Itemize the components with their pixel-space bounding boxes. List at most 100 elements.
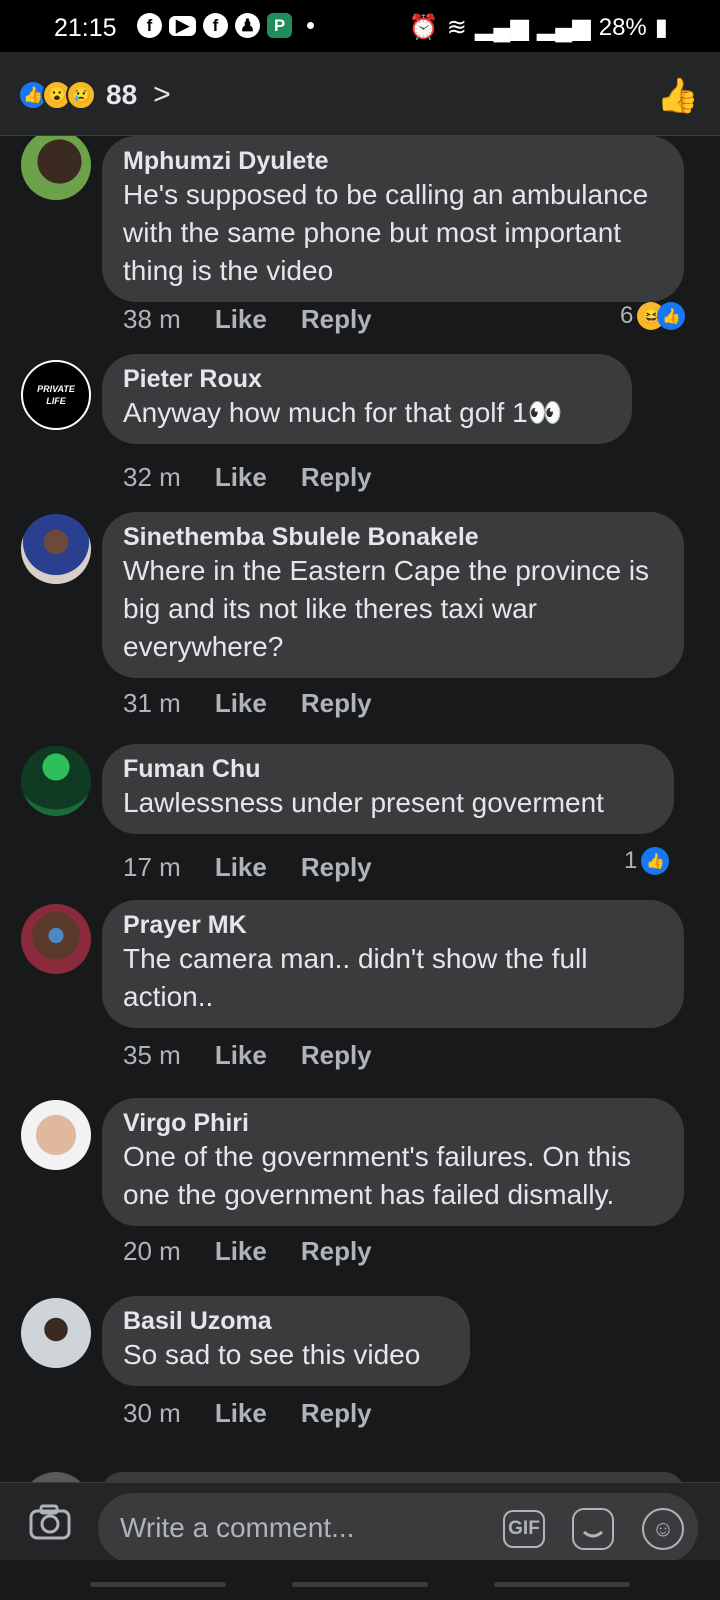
comment-time[interactable]: 35 m bbox=[123, 1040, 181, 1071]
comment-meta: 35 m Like Reply bbox=[123, 1040, 406, 1071]
reply-button[interactable]: Reply bbox=[301, 304, 372, 335]
emoji-button[interactable]: ☺ bbox=[642, 1508, 684, 1550]
comment-meta: 30 m Like Reply bbox=[123, 1398, 406, 1429]
like-reaction-icon: 👍 bbox=[641, 847, 670, 875]
comment-time[interactable]: 38 m bbox=[123, 304, 181, 335]
system-icons: ⏰ ≋ ▂▄▆ ▂▄▆ 28% ▮ bbox=[409, 13, 668, 42]
avatar-label: PRIVATE LIFE bbox=[37, 384, 75, 406]
reply-button[interactable]: Reply bbox=[301, 1040, 372, 1071]
reply-button[interactable]: Reply bbox=[301, 688, 372, 719]
comment-time[interactable]: 17 m bbox=[123, 852, 181, 883]
youtube-icon: ▶ bbox=[169, 15, 196, 36]
signal-icon: ▂▄▆ bbox=[474, 14, 529, 41]
like-button[interactable]: Like bbox=[215, 688, 267, 719]
comment-bubble[interactable]: Virgo Phiri One of the government's fail… bbox=[102, 1098, 684, 1226]
comment-reactions[interactable]: 6 😆 👍 bbox=[620, 302, 686, 330]
comment-text: So sad to see this video bbox=[123, 1339, 421, 1370]
battery-icon: ▮ bbox=[654, 14, 668, 41]
reaction-count: 88 bbox=[106, 79, 138, 110]
avatar[interactable] bbox=[21, 514, 91, 584]
user-icon: ♟ bbox=[235, 13, 260, 38]
comments-list: Mphumzi Dyulete He's supposed to be call… bbox=[0, 136, 720, 1482]
sticker-button[interactable] bbox=[572, 1508, 614, 1550]
sticker-icon bbox=[583, 1530, 603, 1538]
comment-text: The camera man.. didn't show the full ac… bbox=[123, 943, 588, 1012]
status-time: 21:15 bbox=[54, 14, 117, 42]
comment-text: One of the government's failures. On thi… bbox=[123, 1141, 632, 1210]
notification-icons: f ▶ f ♟ P bbox=[137, 13, 314, 38]
reactions-summary[interactable]: 👍 😮 😢 88 > bbox=[18, 78, 171, 112]
camera-button[interactable] bbox=[28, 1503, 72, 1541]
comment-text: Anyway how much for that golf 1👀 bbox=[123, 397, 563, 428]
comment-author[interactable]: Fuman Chu bbox=[123, 754, 654, 784]
comment-meta: 17 m Like Reply bbox=[123, 852, 406, 883]
like-button[interactable]: Like bbox=[215, 304, 267, 335]
comment-reactions[interactable]: 1 👍 bbox=[624, 847, 670, 875]
comment-bubble[interactable]: Pieter Roux Anyway how much for that gol… bbox=[102, 354, 632, 444]
like-button[interactable]: Like bbox=[215, 1040, 267, 1071]
battery-level: 28% bbox=[598, 13, 647, 41]
more-notifications-icon bbox=[307, 22, 314, 29]
comment-bubble[interactable]: Sinethemba Sbulele Bonakele Where in the… bbox=[102, 512, 684, 678]
comment-bubble[interactable]: Basil Uzoma So sad to see this video bbox=[102, 1296, 470, 1386]
comment-composer: GIF ☺ bbox=[0, 1482, 720, 1563]
camera-icon bbox=[29, 1504, 71, 1540]
comment-meta: 38 m Like Reply bbox=[123, 304, 406, 335]
comment-time[interactable]: 20 m bbox=[123, 1236, 181, 1267]
reactions-header: 👍 😮 😢 88 > 👍 bbox=[0, 52, 720, 136]
comment-reaction-count: 1 bbox=[624, 847, 638, 874]
like-post-button[interactable]: 👍 bbox=[656, 76, 700, 116]
status-bar: 21:15 f ▶ f ♟ P ⏰ ≋ ▂▄▆ ▂▄▆ 28% ▮ bbox=[0, 0, 720, 52]
comment-author[interactable]: Sinethemba Sbulele Bonakele bbox=[123, 522, 664, 552]
avatar[interactable] bbox=[21, 904, 91, 974]
comment-author[interactable]: Prayer MK bbox=[123, 910, 664, 940]
wifi-icon: ≋ bbox=[446, 14, 467, 41]
avatar[interactable] bbox=[21, 746, 91, 816]
comment-bubble[interactable]: Mphumzi Dyulete He's supposed to be call… bbox=[102, 136, 684, 302]
comment-reaction-count: 6 bbox=[620, 302, 634, 329]
reply-button[interactable]: Reply bbox=[301, 852, 372, 883]
like-button[interactable]: Like bbox=[215, 462, 267, 493]
comment-time[interactable]: 31 m bbox=[123, 688, 181, 719]
comment-time[interactable]: 30 m bbox=[123, 1398, 181, 1429]
comment-meta: 32 m Like Reply bbox=[123, 462, 406, 493]
comment-author[interactable]: Virgo Phiri bbox=[123, 1108, 664, 1138]
facebook-icon: f bbox=[203, 13, 228, 38]
comment-bubble[interactable]: Fuman Chu Lawlessness under present gove… bbox=[102, 744, 674, 834]
avatar[interactable] bbox=[21, 1472, 91, 1482]
gif-button[interactable]: GIF bbox=[503, 1510, 545, 1548]
nav-recent-button[interactable] bbox=[90, 1582, 226, 1587]
avatar[interactable]: PRIVATE LIFE bbox=[21, 360, 91, 430]
comment-meta: 20 m Like Reply bbox=[123, 1236, 406, 1267]
signal-icon: ▂▄▆ bbox=[536, 14, 591, 41]
thumbs-up-icon: 👍 bbox=[656, 77, 700, 115]
reply-button[interactable]: Reply bbox=[301, 462, 372, 493]
system-nav-bar bbox=[0, 1560, 720, 1600]
nav-home-button[interactable] bbox=[292, 1582, 428, 1587]
like-button[interactable]: Like bbox=[215, 852, 267, 883]
comment-author[interactable]: Basil Uzoma bbox=[123, 1306, 450, 1336]
comment-text: Lawlessness under present goverment bbox=[123, 787, 604, 818]
like-reaction-icon: 👍 bbox=[657, 302, 686, 330]
smiley-icon: ☺ bbox=[651, 1516, 675, 1541]
comment-bubble[interactable]: Prayer MK The camera man.. didn't show t… bbox=[102, 900, 684, 1028]
comment-author[interactable]: Pieter Roux bbox=[123, 364, 612, 394]
comment-text: Where in the Eastern Cape the province i… bbox=[123, 555, 650, 662]
avatar[interactable] bbox=[21, 136, 91, 200]
comment-author[interactable]: Mphumzi Dyulete bbox=[123, 146, 664, 176]
comment-bubble[interactable] bbox=[102, 1472, 684, 1482]
comment-time[interactable]: 32 m bbox=[123, 462, 181, 493]
avatar[interactable] bbox=[21, 1100, 91, 1170]
comment-meta: 31 m Like Reply bbox=[123, 688, 406, 719]
alarm-icon: ⏰ bbox=[408, 14, 439, 41]
like-button[interactable]: Like bbox=[215, 1236, 267, 1267]
avatar[interactable] bbox=[21, 1298, 91, 1368]
like-button[interactable]: Like bbox=[215, 1398, 267, 1429]
pushbullet-icon: P bbox=[267, 13, 292, 38]
comment-text: He's supposed to be calling an ambulance… bbox=[123, 179, 649, 286]
reply-button[interactable]: Reply bbox=[301, 1398, 372, 1429]
nav-back-button[interactable] bbox=[494, 1582, 630, 1587]
facebook-icon: f bbox=[137, 13, 162, 38]
chevron-right-icon: > bbox=[153, 78, 171, 111]
reply-button[interactable]: Reply bbox=[301, 1236, 372, 1267]
